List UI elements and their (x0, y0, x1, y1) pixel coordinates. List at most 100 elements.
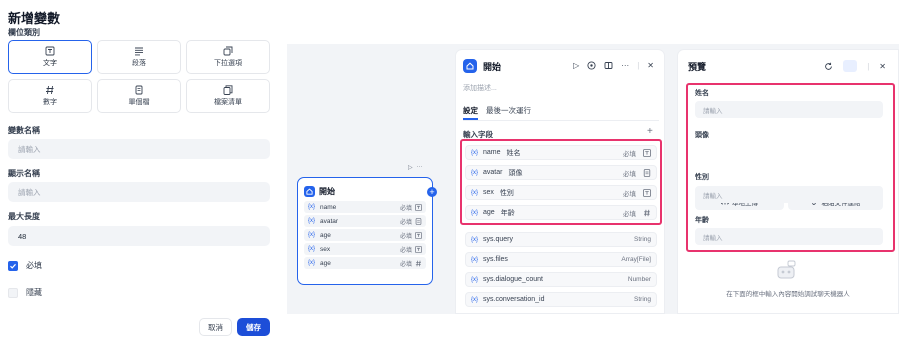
variable-icon: {x} (308, 232, 316, 238)
close-icon[interactable]: ✕ (879, 62, 886, 71)
node-var-required: 必填 (399, 205, 412, 212)
variable-icon: {x} (308, 260, 316, 266)
more-icon[interactable]: ··· (621, 61, 629, 70)
required-label: 必填 (26, 261, 42, 270)
run-node-icon[interactable]: ▷ (408, 164, 413, 171)
preview-toolbar: | ✕ (824, 60, 886, 72)
system-var-name: sys.query (483, 236, 513, 243)
description-input[interactable]: 添加描述... (463, 83, 497, 93)
node-toolbar: ▷ ··· (408, 164, 423, 171)
variable-icon: {x} (471, 236, 479, 243)
type-file-list-button[interactable]: 檔案清單 (186, 79, 270, 113)
run-icon[interactable]: ▷ (573, 61, 579, 70)
node-var-name: age (320, 231, 331, 239)
single-file-icon (135, 85, 143, 95)
cancel-button[interactable]: 取消 (199, 318, 232, 336)
type-select-button[interactable]: 下拉選項 (186, 40, 270, 74)
text-type-icon (415, 245, 422, 253)
system-var-name: sys.dialogue_count (483, 276, 543, 283)
hidden-label: 隱藏 (26, 288, 42, 297)
preview-hint: 在下面的框中輸入內容開始調試聊天機器人 (726, 291, 850, 298)
system-var-name: sys.files (483, 256, 508, 263)
number-type-icon (415, 260, 421, 266)
type-text-button[interactable]: 文字 (8, 40, 92, 74)
max-length-label: 最大長度 (8, 212, 40, 221)
start-node-header: 開始 (304, 183, 426, 199)
preview-fields-highlight (686, 83, 895, 252)
type-number-button[interactable]: 數字 (8, 79, 92, 113)
node-var-required: 必填 (399, 233, 412, 240)
page-title: 新增變數 (8, 11, 61, 26)
display-name-input[interactable]: 請輸入 (8, 182, 270, 202)
type-single-file-label: 單個檔 (128, 99, 150, 106)
type-paragraph-label: 段落 (132, 60, 146, 67)
type-single-file-button[interactable]: 單個檔 (97, 79, 181, 113)
check-icon (10, 263, 16, 269)
hidden-checkbox-row[interactable]: 隱藏 (8, 287, 42, 298)
home-icon (304, 185, 315, 197)
variable-name-label: 變數名稱 (8, 126, 40, 135)
node-var-row: {x} avatar 必填 (304, 215, 426, 227)
type-text-label: 文字 (43, 60, 57, 67)
variable-icon: {x} (471, 276, 479, 283)
system-var-name: sys.conversation_id (483, 296, 545, 303)
robot-icon (777, 260, 796, 279)
number-icon (46, 85, 54, 95)
save-button[interactable]: 儲存 (237, 318, 270, 336)
required-checkbox[interactable] (8, 260, 18, 271)
variables-toggle-icon[interactable] (843, 60, 858, 72)
node-var-name: name (320, 203, 337, 211)
tab-last-run[interactable]: 最後一次運行 (486, 105, 531, 120)
settings-title: 開始 (483, 61, 502, 72)
system-var-row: {x} sys.query String (465, 232, 657, 247)
system-var-row: {x} sys.dialogue_count Number (465, 272, 657, 287)
start-node[interactable]: 開始 {x} name 必填 {x} avatar 必填 {x} age 必填 {x} sex… (297, 177, 433, 285)
settings-header: 開始 (463, 59, 501, 73)
select-icon (223, 46, 233, 56)
field-type-grid: 文字 段落 下拉選項 數字 單個檔 檔案清單 (8, 40, 270, 113)
system-var-type: Number (627, 276, 651, 283)
layout-icon[interactable] (604, 61, 613, 70)
variable-icon: {x} (471, 256, 479, 263)
add-variable-panel: 新增變數 欄位類別 文字 段落 下拉選項 數字 單個檔 檔案清單 變數名稱 請輸… (0, 0, 280, 344)
node-var-row: {x} name 必填 (304, 201, 426, 213)
system-var-row: {x} sys.files Array[File] (465, 252, 657, 267)
text-type-icon (415, 203, 422, 211)
settings-tabs: 設定 最後一次運行 (463, 105, 659, 121)
system-var-type: Array[File] (621, 256, 651, 263)
file-list-icon (223, 85, 233, 95)
variable-icon: {x} (308, 218, 316, 224)
help-icon[interactable] (587, 61, 596, 70)
node-var-row: {x} sex 必填 (304, 243, 426, 255)
more-icon[interactable]: ··· (417, 164, 423, 171)
home-icon (463, 59, 477, 73)
system-var-type: String (634, 296, 651, 303)
type-paragraph-button[interactable]: 段落 (97, 40, 181, 74)
start-node-title: 開始 (319, 186, 335, 196)
display-name-label: 顯示名稱 (8, 169, 40, 178)
toolbar-divider: | (867, 61, 870, 71)
system-var-row: {x} sys.conversation_id String (465, 292, 657, 307)
input-fields-highlight (460, 139, 662, 225)
required-checkbox-row[interactable]: 必填 (8, 260, 42, 271)
node-var-required: 必填 (399, 219, 412, 226)
max-length-input[interactable]: 48 (8, 226, 270, 246)
variable-icon: {x} (308, 246, 316, 252)
restart-icon[interactable] (824, 62, 833, 71)
node-var-row: {x} age 必填 (304, 229, 426, 241)
node-var-name: avatar (320, 217, 339, 225)
tab-settings[interactable]: 設定 (463, 105, 478, 120)
text-input-icon (45, 46, 55, 56)
add-input-button[interactable]: + (647, 126, 653, 137)
node-var-name: sex (320, 245, 331, 253)
variable-icon: {x} (308, 204, 316, 210)
settings-toolbar: ▷ ··· | ✕ (573, 61, 654, 70)
node-var-required: 必填 (399, 247, 412, 254)
variable-name-input[interactable]: 請輸入 (8, 139, 270, 159)
close-icon[interactable]: ✕ (647, 61, 654, 70)
add-next-node-button[interactable]: + (427, 187, 437, 197)
system-var-type: String (634, 236, 651, 243)
hidden-checkbox[interactable] (8, 287, 18, 298)
file-type-icon (415, 217, 422, 225)
variable-icon: {x} (471, 296, 479, 303)
